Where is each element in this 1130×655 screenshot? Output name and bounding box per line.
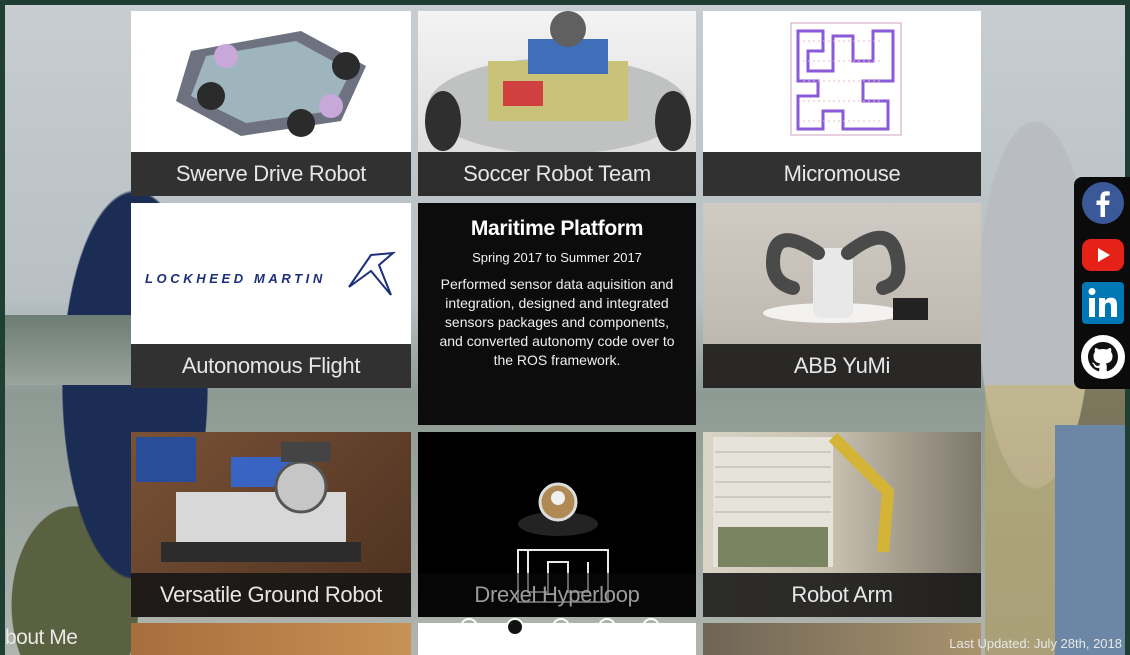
social-links-bar bbox=[1074, 177, 1130, 389]
github-link[interactable] bbox=[1080, 335, 1126, 379]
project-title: Robot Arm bbox=[703, 573, 981, 617]
pagination-dot[interactable] bbox=[460, 618, 478, 636]
last-updated-text: Last Updated: July 28th, 2018 bbox=[949, 636, 1122, 651]
youtube-link[interactable] bbox=[1080, 233, 1126, 277]
project-tile-arm[interactable]: Robot Arm bbox=[703, 432, 981, 617]
github-icon bbox=[1081, 335, 1125, 379]
pagination-dot[interactable] bbox=[598, 618, 616, 636]
background-window-band bbox=[5, 315, 135, 385]
pagination-dot[interactable] bbox=[642, 618, 660, 636]
project-detail-panel[interactable]: Maritime Platform Spring 2017 to Summer … bbox=[418, 203, 696, 425]
detail-dates: Spring 2017 to Summer 2017 bbox=[472, 250, 642, 265]
project-title: Micromouse bbox=[703, 152, 981, 196]
project-tile-partial-3[interactable] bbox=[703, 623, 981, 655]
project-title: ABB YuMi bbox=[703, 344, 981, 388]
project-tile-hyperloop[interactable]: Drexel Hyperloop bbox=[418, 432, 696, 617]
background-person-jeans bbox=[1055, 425, 1125, 655]
detail-description: Performed sensor data aquisition and int… bbox=[439, 276, 675, 368]
project-tile-soccer[interactable]: Soccer Robot Team bbox=[418, 11, 696, 196]
project-title: Versatile Ground Robot bbox=[131, 573, 411, 617]
lockheed-logo-text: LOCKHEED MARTIN bbox=[145, 271, 326, 286]
project-tile-partial-1[interactable] bbox=[131, 623, 411, 655]
project-tile-micromouse[interactable]: Micromouse bbox=[703, 11, 981, 196]
project-title: Swerve Drive Robot bbox=[131, 152, 411, 196]
project-tile-ground[interactable]: Versatile Ground Robot bbox=[131, 432, 411, 617]
project-tile-yumi[interactable]: ABB YuMi bbox=[703, 203, 981, 388]
pagination-dot-active[interactable] bbox=[506, 618, 524, 636]
pagination-dot[interactable] bbox=[552, 618, 570, 636]
project-title: Drexel Hyperloop bbox=[418, 573, 696, 617]
linkedin-link[interactable] bbox=[1080, 281, 1126, 325]
detail-title: Maritime Platform bbox=[470, 217, 644, 240]
project-tile-swerve[interactable]: Swerve Drive Robot bbox=[131, 11, 411, 196]
facebook-link[interactable] bbox=[1080, 181, 1126, 225]
project-title: Soccer Robot Team bbox=[418, 152, 696, 196]
project-tile-autonomous[interactable]: LOCKHEED MARTIN Autonomous Flight bbox=[131, 203, 411, 388]
facebook-icon bbox=[1082, 182, 1124, 224]
project-title: Autonomous Flight bbox=[131, 344, 411, 388]
linkedin-icon bbox=[1082, 282, 1124, 324]
about-me-link[interactable]: bout Me bbox=[5, 626, 78, 650]
youtube-icon bbox=[1082, 239, 1124, 271]
